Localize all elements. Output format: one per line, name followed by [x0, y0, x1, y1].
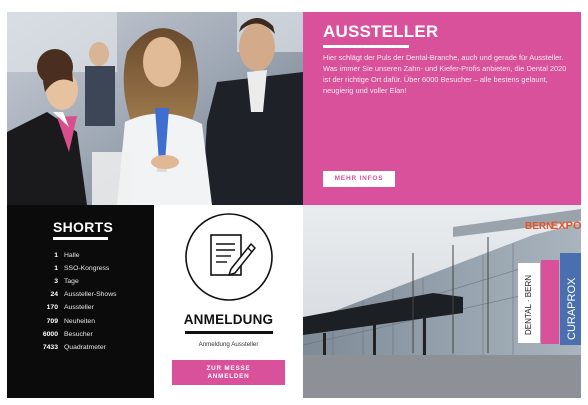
- stat-row: 1 Halle: [21, 249, 117, 262]
- stat-row: 709 Neuheiten: [21, 314, 117, 327]
- stat-row: 7433 Quadratmeter: [21, 341, 117, 354]
- stat-number: 1: [54, 265, 58, 273]
- stat-label: SSO-Kongress: [64, 265, 110, 273]
- stat-number: 24: [50, 291, 58, 299]
- shorts-title-underline: [53, 237, 108, 240]
- anmeldung-title-underline: [185, 331, 273, 334]
- stat-row: 170 Aussteller: [21, 301, 117, 314]
- stat-label: Tage: [64, 278, 79, 286]
- anmeldung-panel: ANMELDUNG Anmeldung Aussteller ZUR MESSE…: [154, 205, 303, 398]
- bern-sign: BERN: [525, 221, 553, 232]
- dental-bern-banner: DENTAL · BERN: [524, 275, 533, 335]
- stat-number: 1: [54, 252, 58, 260]
- stat-number: 6000: [42, 330, 58, 338]
- aussteller-title: AUSSTELLER: [323, 22, 439, 41]
- anmeldung-aussteller-link[interactable]: Anmeldung Aussteller: [154, 341, 303, 348]
- exhibition-people-photo: [7, 12, 303, 205]
- aussteller-panel: AUSSTELLER Hier schlägt der Puls der Den…: [303, 12, 581, 205]
- people-illustration: [7, 12, 303, 205]
- aussteller-title-underline: [323, 45, 409, 48]
- document-pen-icon: [185, 213, 273, 301]
- bernexpo-building-photo: DENTAL · BERN CURAPROX BERN EXPO: [303, 205, 581, 398]
- curaprox-banner: CURAPROX: [566, 277, 578, 340]
- button-line-1: ZUR MESSE: [206, 365, 251, 372]
- button-line-2: ANMELDEN: [207, 373, 250, 380]
- stat-row: 3 Tage: [21, 275, 117, 288]
- stat-number: 170: [46, 304, 58, 312]
- stat-number: 709: [46, 317, 58, 325]
- page-frame: AUSSTELLER Hier schlägt der Puls der Den…: [7, 12, 581, 398]
- stat-label: Quadratmeter: [64, 343, 106, 351]
- stat-label: Neuheiten: [64, 317, 95, 325]
- shorts-stats-list: 1 Halle 1 SSO-Kongress 3 Tage 24 Aussteller-…: [21, 249, 117, 354]
- stat-label: Halle: [64, 252, 80, 260]
- stat-label: Aussteller-Shows: [64, 291, 117, 299]
- zur-messe-anmelden-button[interactable]: ZUR MESSE ANMELDEN: [172, 360, 285, 385]
- stat-label: Aussteller: [64, 304, 94, 312]
- anmeldung-title: ANMELDUNG: [183, 312, 274, 327]
- stat-row: 24 Aussteller-Shows: [21, 288, 117, 301]
- expo-sign: EXPO: [551, 220, 581, 232]
- shorts-panel: SHORTS 1 Halle 1 SSO-Kongress 3 Tage 24 Auss…: [7, 205, 154, 398]
- stat-number: 3: [54, 278, 58, 286]
- aussteller-description: Hier schlägt der Puls der Dental-Branche…: [323, 53, 567, 95]
- building-illustration: DENTAL · BERN CURAPROX BERN EXPO: [303, 205, 581, 398]
- shorts-title: SHORTS: [53, 219, 114, 235]
- stat-row: 1 SSO-Kongress: [21, 262, 117, 275]
- stat-label: Besucher: [64, 330, 93, 338]
- mehr-infos-button[interactable]: MEHR INFOS: [323, 171, 395, 187]
- stat-number: 7433: [42, 343, 58, 351]
- stat-row: 6000 Besucher: [21, 328, 117, 341]
